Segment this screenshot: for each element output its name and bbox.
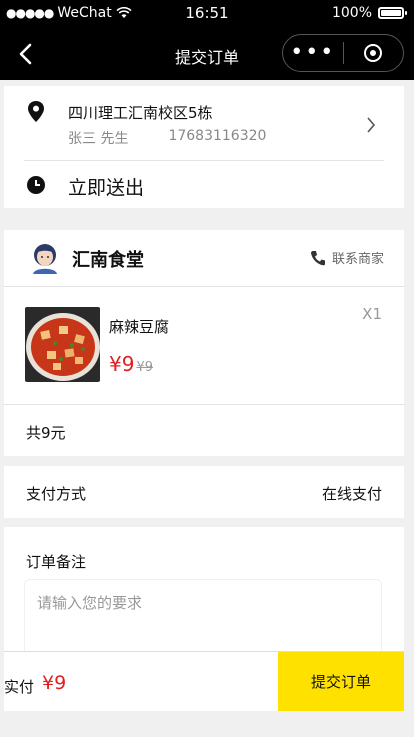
battery-percent: 100% — [331, 5, 372, 21]
divider — [4, 286, 404, 287]
dish-image — [25, 307, 100, 382]
payment-method-label: 支付方式 — [26, 485, 87, 503]
dish-quantity: X1 — [362, 305, 382, 323]
payment-method-row[interactable]: 支付方式 在线支付 — [4, 466, 404, 518]
chevron-right-icon — [367, 117, 376, 133]
mini-program-capsule: ••• — [282, 34, 404, 72]
address-line: 四川理工汇南校区5栋 — [68, 104, 213, 122]
dish-original-price: ¥9 — [136, 360, 153, 375]
order-card: 汇南食堂 联系商家 麻辣豆腐 X1 ¥9 ¥9 共9元 — [4, 230, 404, 456]
contact-phone: 17683116320 — [168, 128, 267, 144]
contact-merchant-button[interactable]: 联系商家 — [310, 248, 384, 267]
contact-info: 张三 先生 17683116320 — [68, 128, 266, 148]
bottom-bar: 实付 ¥9 提交订单 — [4, 651, 404, 711]
shop-avatar-icon — [33, 244, 57, 274]
more-menu-icon[interactable]: ••• — [283, 42, 343, 64]
status-bar: ●●●●● WeChat 16:51 100% — [0, 0, 414, 28]
clock-icon — [27, 176, 45, 194]
divider — [4, 404, 404, 405]
location-pin-icon — [28, 101, 44, 122]
order-note-card: 订单备注 — [4, 527, 404, 662]
submit-order-button[interactable]: 提交订单 — [278, 652, 404, 711]
phone-icon — [310, 250, 325, 265]
target-icon — [364, 44, 383, 62]
address-card[interactable]: 四川理工汇南校区5栋 张三 先生 17683116320 立即送出 — [4, 86, 404, 208]
contact-merchant-label: 联系商家 — [331, 252, 384, 267]
dish-price: ¥9 ¥9 — [109, 352, 153, 376]
delivery-time[interactable]: 立即送出 — [68, 173, 144, 200]
close-program-button[interactable] — [343, 44, 403, 62]
dish-current-price: ¥9 — [109, 352, 135, 376]
contact-name: 张三 先生 — [68, 131, 129, 147]
order-note-label: 订单备注 — [26, 553, 87, 571]
dish-name: 麻辣豆腐 — [109, 318, 170, 336]
paid-label: 实付 — [4, 678, 35, 696]
order-total: 共9元 — [26, 424, 66, 442]
shop-name: 汇南食堂 — [72, 250, 144, 271]
order-note-input[interactable] — [24, 579, 382, 659]
paid-amount: ¥9 — [42, 672, 67, 694]
divider — [24, 160, 384, 161]
battery-icon — [378, 7, 407, 19]
payment-method-value: 在线支付 — [321, 485, 382, 503]
nav-bar: 提交订单 ••• — [0, 28, 414, 80]
